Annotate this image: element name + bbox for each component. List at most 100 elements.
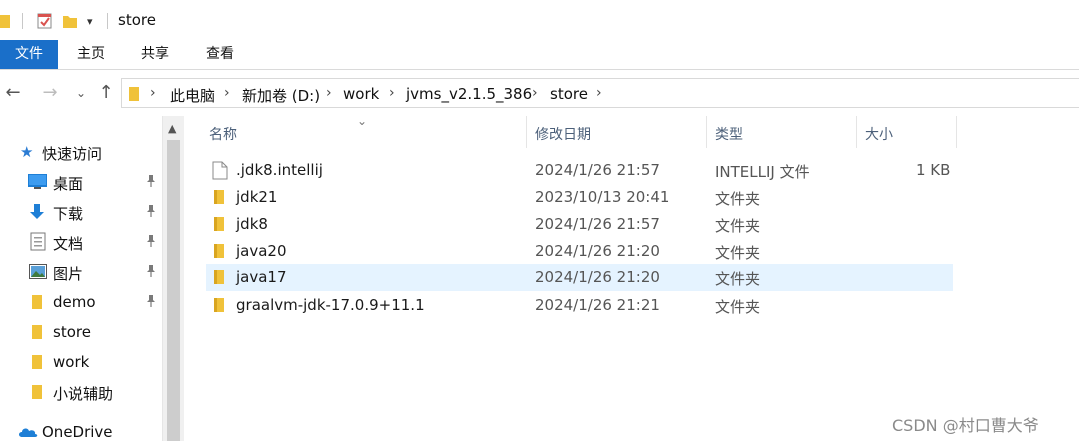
file-modified: 2023/10/13 20:41	[535, 188, 670, 206]
nav-item-novel-helper[interactable]: 小说辅助	[0, 378, 162, 406]
divider	[22, 13, 23, 29]
breadcrumb-jvms[interactable]: jvms_v2.1.5_386	[406, 85, 532, 103]
file-type: 文件夹	[715, 190, 761, 208]
file-name: jdk21	[236, 188, 278, 206]
pin-icon[interactable]	[144, 174, 158, 188]
tab-share[interactable]: 共享	[134, 40, 176, 69]
table-row[interactable]: .jdk8.intellij 2024/1/26 21:57 INTELLIJ …	[206, 158, 953, 183]
breadcrumb-drive-d[interactable]: 新加卷 (D:)	[242, 85, 320, 106]
pin-icon[interactable]	[144, 204, 158, 218]
documents-icon	[30, 232, 46, 255]
nav-label: 图片	[53, 265, 84, 283]
chevron-right-icon[interactable]: ›	[224, 85, 230, 101]
column-label: 名称	[209, 127, 237, 143]
file-type: 文件夹	[715, 270, 761, 288]
chevron-right-icon[interactable]: ›	[596, 85, 602, 101]
divider	[107, 13, 108, 29]
file-name: java20	[236, 242, 287, 260]
nav-label: work	[53, 353, 90, 371]
scroll-up-arrow-icon[interactable]: ▲	[168, 122, 176, 135]
file-type: 文件夹	[715, 217, 761, 235]
table-row-selected[interactable]: java17 2024/1/26 21:20 文件夹	[206, 264, 953, 291]
column-header-modified[interactable]: 修改日期	[527, 116, 707, 150]
nav-label: 下载	[53, 205, 84, 223]
nav-item-pictures[interactable]: 图片	[0, 258, 162, 286]
nav-label: demo	[53, 293, 96, 311]
window-title: store	[118, 11, 156, 29]
folder-icon	[31, 353, 43, 375]
file-type: 文件夹	[715, 298, 761, 316]
breadcrumb-work[interactable]: work	[343, 85, 379, 103]
column-label: 修改日期	[535, 127, 591, 143]
nav-label: OneDrive	[42, 423, 113, 441]
nav-onedrive[interactable]: OneDrive	[0, 418, 162, 441]
customize-dropdown-icon[interactable]: ▾	[87, 11, 93, 31]
cloud-icon	[18, 426, 38, 441]
table-row[interactable]: jdk8 2024/1/26 21:57 文件夹	[206, 212, 953, 237]
table-row[interactable]: java20 2024/1/26 21:20 文件夹	[206, 239, 953, 264]
nav-item-work[interactable]: work	[0, 348, 162, 376]
nav-item-documents[interactable]: 文档	[0, 228, 162, 256]
desktop-icon	[28, 174, 47, 193]
file-icon	[212, 161, 230, 180]
column-header-name[interactable]: 名称	[185, 116, 527, 150]
breadcrumb-store[interactable]: store	[550, 85, 588, 103]
chevron-right-icon[interactable]: ›	[532, 85, 538, 101]
folder-icon	[212, 296, 230, 314]
new-folder-icon[interactable]	[62, 11, 78, 31]
nav-item-desktop[interactable]: 桌面	[0, 168, 162, 196]
table-row[interactable]: jdk21 2023/10/13 20:41 文件夹	[206, 185, 953, 210]
nav-item-store[interactable]: store	[0, 318, 162, 346]
column-divider[interactable]	[956, 116, 957, 148]
file-modified: 2024/1/26 21:21	[535, 296, 660, 314]
file-name: java17	[236, 268, 287, 286]
nav-pane-scrollbar[interactable]: ▲	[162, 116, 184, 441]
file-name: jdk8	[236, 215, 268, 233]
nav-item-demo[interactable]: demo	[0, 288, 162, 316]
tab-view[interactable]: 查看	[199, 40, 241, 69]
chevron-right-icon[interactable]: ›	[389, 85, 395, 101]
back-arrow-icon[interactable]: ←	[2, 82, 24, 104]
tab-home[interactable]: 主页	[70, 40, 112, 69]
file-list: ⌄ 名称 修改日期 类型 大小 .jdk8.intellij 2024/1/26…	[185, 114, 1079, 441]
recent-locations-chevron-icon[interactable]: ⌄	[70, 82, 92, 104]
chevron-right-icon[interactable]: ›	[150, 85, 156, 101]
up-arrow-icon[interactable]: ↑	[95, 82, 117, 104]
file-type: 文件夹	[715, 244, 761, 262]
nav-item-downloads[interactable]: 下载	[0, 198, 162, 226]
folder-icon	[212, 188, 230, 206]
file-name: .jdk8.intellij	[236, 161, 323, 179]
table-row[interactable]: graalvm-jdk-17.0.9+11.1 2024/1/26 21:21 …	[206, 293, 953, 318]
address-bar[interactable]: › 此电脑 › 新加卷 (D:) › work › jvms_v2.1.5_38…	[121, 78, 1079, 108]
pin-icon[interactable]	[144, 234, 158, 248]
folder-icon	[31, 323, 43, 345]
properties-check-icon[interactable]	[36, 11, 54, 31]
nav-label: 文档	[53, 235, 84, 253]
breadcrumb-this-pc[interactable]: 此电脑	[170, 85, 215, 106]
folder-icon	[31, 293, 43, 315]
file-modified: 2024/1/26 21:57	[535, 161, 660, 179]
download-icon	[28, 203, 46, 225]
nav-quick-access[interactable]: ★ 快速访问	[0, 138, 162, 166]
column-header-size[interactable]: 大小	[857, 116, 957, 150]
folder-icon	[212, 215, 230, 233]
nav-label: store	[53, 323, 91, 341]
folder-icon	[128, 85, 140, 107]
folder-icon	[31, 383, 43, 405]
navigation-pane: ★ 快速访问 桌面 下载 文档 图片 demo store work 小说辅助 …	[0, 116, 162, 441]
pin-icon[interactable]	[144, 294, 158, 308]
column-header-type[interactable]: 类型	[707, 116, 857, 150]
chevron-right-icon[interactable]: ›	[326, 85, 332, 101]
star-icon: ★	[20, 143, 34, 161]
forward-arrow-icon[interactable]: →	[39, 82, 61, 104]
nav-label: 桌面	[53, 175, 84, 193]
nav-label: 快速访问	[42, 145, 103, 163]
pin-icon[interactable]	[144, 264, 158, 278]
folder-icon	[212, 268, 230, 286]
nav-label: 小说辅助	[53, 385, 114, 403]
tab-file[interactable]: 文件	[0, 40, 58, 69]
file-type: INTELLIJ 文件	[715, 163, 810, 181]
pictures-icon	[29, 264, 47, 283]
column-label: 大小	[865, 127, 893, 143]
scrollbar-thumb[interactable]	[167, 140, 180, 441]
